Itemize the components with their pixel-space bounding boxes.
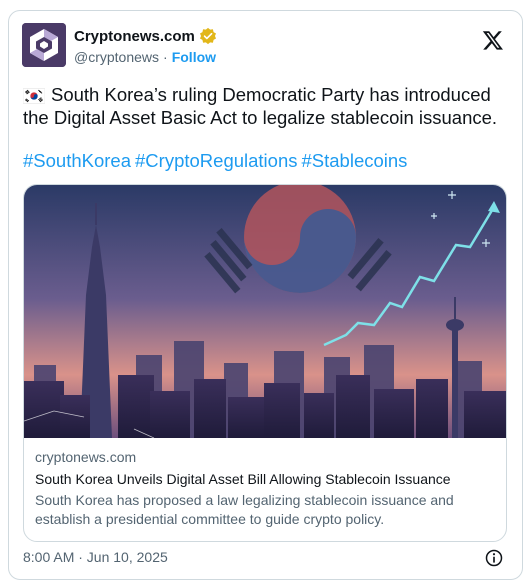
hashtag-list: #SouthKorea #CryptoRegulations #Stablecoin…: [23, 150, 411, 172]
link-description: South Korea has proposed a law legalizin…: [35, 492, 454, 527]
link-domain: cryptonews.com: [35, 449, 137, 465]
verified-badge-icon: [199, 27, 216, 45]
link-preview-image[interactable]: [24, 185, 507, 438]
tweet-body: South Korea’s ruling Democratic Party ha…: [23, 83, 513, 129]
handle-separator: ·: [163, 49, 168, 65]
hashtag-stablecoins[interactable]: #Stablecoins: [302, 150, 408, 171]
cryptonews-avatar[interactable]: [22, 23, 66, 67]
tweet-text: South Korea’s ruling Democratic Party ha…: [23, 84, 498, 128]
tweet-timestamp[interactable]: 8:00 AM · Jun 10, 2025: [23, 549, 168, 565]
follow-button[interactable]: Follow: [172, 49, 216, 65]
link-preview-card[interactable]: cryptonews.com South Korea Unveils Digit…: [23, 184, 507, 542]
link-title[interactable]: South Korea Unveils Digital Asset Bill A…: [35, 470, 496, 489]
tweet-card[interactable]: Cryptonews.com @cryptonews · Follow South …: [8, 10, 523, 580]
hashtag-cryptoregulations[interactable]: #CryptoRegulations: [135, 150, 297, 171]
author-handle[interactable]: @cryptonews: [74, 49, 159, 65]
south-korea-flag-icon: [23, 88, 45, 104]
info-icon[interactable]: [484, 548, 504, 568]
hashtag-southkorea[interactable]: #SouthKorea: [23, 150, 131, 171]
x-logo-icon[interactable]: [482, 29, 504, 51]
author-display-name[interactable]: Cryptonews.com: [74, 28, 195, 45]
